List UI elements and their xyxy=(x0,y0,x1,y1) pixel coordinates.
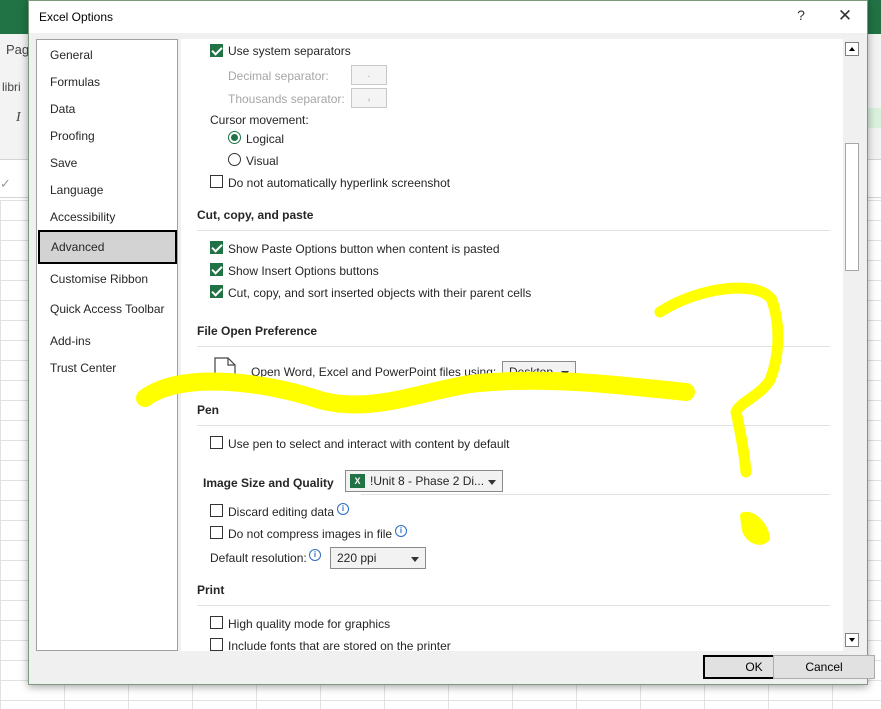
show-paste-options-checkbox[interactable] xyxy=(210,241,223,254)
info-icon: i xyxy=(337,503,349,515)
show-insert-options-label: Show Insert Options buttons xyxy=(228,264,379,278)
sidebar-item-formulas[interactable]: Formulas xyxy=(50,75,100,89)
include-printer-fonts-checkbox[interactable] xyxy=(210,638,223,651)
no-compress-images-checkbox[interactable] xyxy=(210,526,223,539)
advanced-options-panel[interactable]: Use system separators Decimal separator:… xyxy=(181,39,853,651)
sidebar-item-add-ins[interactable]: Add-ins xyxy=(50,334,91,348)
cursor-logical-radio[interactable] xyxy=(228,131,241,144)
cancel-button[interactable]: Cancel xyxy=(773,655,875,679)
file-open-preference-heading: File Open Preference xyxy=(197,324,318,338)
open-files-using-value: Desktop xyxy=(509,365,554,379)
sidebar-item-language[interactable]: Language xyxy=(50,183,103,197)
include-printer-fonts-label: Include fonts that are stored on the pri… xyxy=(228,639,451,651)
thousands-separator-input[interactable]: , xyxy=(351,88,387,108)
open-files-using-dropdown[interactable]: Desktop xyxy=(502,361,576,383)
show-insert-options-checkbox[interactable] xyxy=(210,263,223,276)
cursor-logical-label: Logical xyxy=(246,132,285,146)
help-button[interactable]: ? xyxy=(791,7,811,27)
sidebar-item-data[interactable]: Data xyxy=(50,102,75,116)
cut-copy-sort-checkbox[interactable] xyxy=(210,285,223,298)
sidebar-item-general[interactable]: General xyxy=(50,48,93,62)
decimal-separator-label: Decimal separator: xyxy=(228,69,329,83)
default-resolution-dropdown[interactable]: 220 ppi xyxy=(330,547,426,569)
sidebar-item-save[interactable]: Save xyxy=(50,156,77,170)
document-icon xyxy=(214,357,236,385)
content-scrollbar[interactable] xyxy=(843,39,861,651)
cursor-visual-radio[interactable] xyxy=(228,153,241,166)
image-file-dropdown[interactable]: X !Unit 8 - Phase 2 Di... xyxy=(345,470,503,492)
scroll-down-button[interactable] xyxy=(845,633,859,647)
sidebar-item-quick-access-toolbar[interactable]: Quick Access Toolbar xyxy=(50,302,165,316)
sidebar-item-label: Advanced xyxy=(51,240,105,254)
no-hyperlink-screenshot-label: Do not automatically hyperlink screensho… xyxy=(228,176,451,190)
cut-copy-paste-heading: Cut, copy, and paste xyxy=(197,208,314,222)
sidebar-item-trust-center[interactable]: Trust Center xyxy=(50,361,116,375)
default-resolution-label: Default resolution: xyxy=(210,551,307,565)
enter-check-icon[interactable]: ✓ xyxy=(0,176,11,192)
close-button[interactable]: ✕ xyxy=(835,6,855,26)
thousands-separator-label: Thousands separator: xyxy=(228,92,345,106)
ribbon-highlight xyxy=(866,108,881,128)
excel-file-icon: X xyxy=(350,474,365,488)
no-hyperlink-screenshot-checkbox[interactable] xyxy=(210,175,223,188)
section-divider xyxy=(197,605,830,606)
cursor-visual-label: Visual xyxy=(246,154,279,168)
use-system-separators-label: Use system separators xyxy=(228,44,351,58)
font-box-partial[interactable]: libri xyxy=(2,80,21,94)
chevron-down-icon xyxy=(561,371,569,376)
sidebar-item-accessibility[interactable]: Accessibility xyxy=(50,210,115,224)
dialog-title-bar: Excel Options ? ✕ xyxy=(29,1,867,33)
pen-heading: Pen xyxy=(197,403,220,417)
scroll-up-button[interactable] xyxy=(845,42,859,56)
sidebar-item-proofing[interactable]: Proofing xyxy=(50,129,95,143)
print-heading: Print xyxy=(197,583,225,597)
excel-options-dialog: Excel Options ? ✕ General Formulas Data … xyxy=(28,0,875,685)
section-divider xyxy=(197,230,830,231)
no-compress-images-label: Do not compress images in file xyxy=(228,527,393,541)
chevron-down-icon xyxy=(411,557,419,562)
italic-icon[interactable]: I xyxy=(16,110,21,126)
options-sidebar: General Formulas Data Proofing Save Lang… xyxy=(36,39,178,651)
scroll-thumb[interactable] xyxy=(845,143,859,271)
discard-editing-data-checkbox[interactable] xyxy=(210,504,223,517)
info-icon: i xyxy=(395,525,407,537)
high-quality-graphics-label: High quality mode for graphics xyxy=(228,617,391,631)
dialog-title: Excel Options xyxy=(39,10,114,24)
open-files-using-label: Open Word, Excel and PowerPoint files us… xyxy=(251,365,497,379)
ribbon-tab-partial[interactable]: Pag xyxy=(6,42,29,57)
image-size-quality-heading: Image Size and Quality xyxy=(203,476,334,490)
high-quality-graphics-checkbox[interactable] xyxy=(210,616,223,629)
section-divider xyxy=(197,425,830,426)
discard-editing-data-label: Discard editing data xyxy=(228,505,335,519)
default-resolution-value: 220 ppi xyxy=(337,551,377,565)
chevron-down-icon xyxy=(488,480,496,485)
image-file-value: !Unit 8 - Phase 2 Di... xyxy=(370,474,485,488)
use-pen-checkbox[interactable] xyxy=(210,436,223,449)
sidebar-item-advanced[interactable]: Advanced xyxy=(38,230,177,264)
show-paste-options-label: Show Paste Options button when content i… xyxy=(228,242,500,256)
use-system-separators-checkbox[interactable] xyxy=(210,44,223,57)
section-divider xyxy=(361,494,830,495)
use-pen-label: Use pen to select and interact with cont… xyxy=(228,437,510,451)
sidebar-item-customise-ribbon[interactable]: Customise Ribbon xyxy=(50,272,148,286)
cut-copy-sort-label: Cut, copy, and sort inserted objects wit… xyxy=(228,286,532,300)
decimal-separator-input[interactable]: . xyxy=(351,65,387,85)
section-divider xyxy=(197,346,830,347)
info-icon: i xyxy=(309,549,321,561)
cursor-movement-label: Cursor movement: xyxy=(210,113,309,127)
